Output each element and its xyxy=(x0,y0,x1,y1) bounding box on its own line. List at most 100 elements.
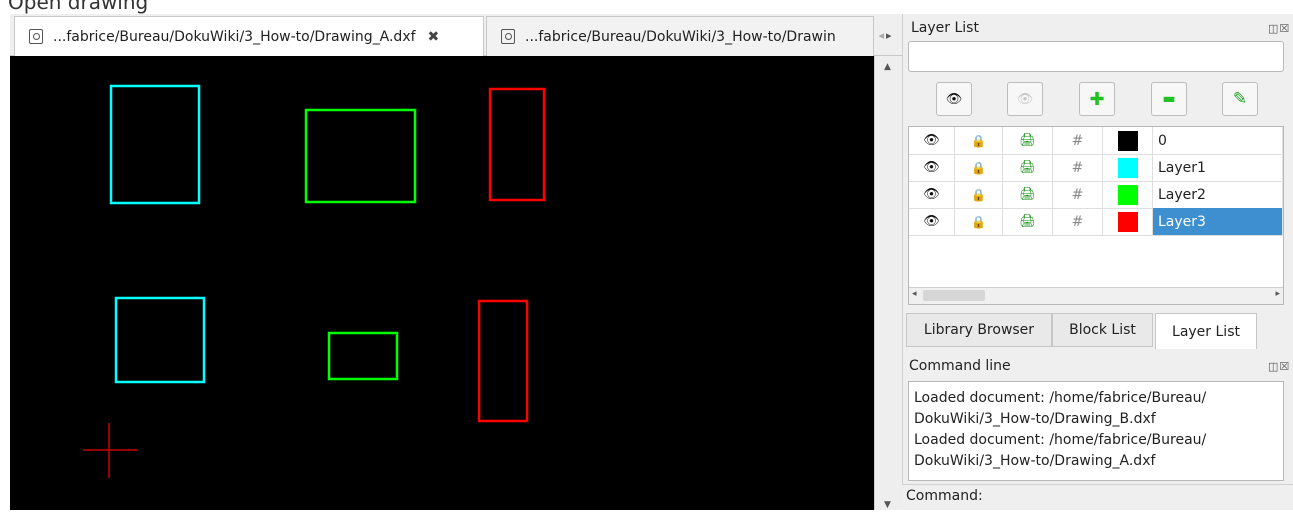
layer-lock-toggle[interactable]: 🔒 xyxy=(955,154,1003,181)
layer-visibility-toggle[interactable]: 👁 xyxy=(909,208,955,235)
drawing-svg xyxy=(83,84,546,478)
layer-table[interactable]: 👁 🔒 🖨 #0 👁 🔒 🖨 # Layer1 👁 🔒 🖨 # Layer2 👁 🔒 🖨 # Layer3 xyxy=(908,126,1284,305)
drawing-canvas[interactable] xyxy=(10,56,874,510)
lock-icon: 🔒 xyxy=(971,133,986,148)
layer-table-horizontal-scrollbar[interactable]: ◂ ▸ xyxy=(909,287,1283,304)
layer-visibility-toggle[interactable]: 👁 xyxy=(909,181,955,208)
document-icon xyxy=(29,29,43,44)
tab-layer-list[interactable]: Layer List xyxy=(1155,313,1257,349)
output-line: DokuWiki/3_How-to/Drawing_B.dxf xyxy=(914,411,1156,427)
scrollbar-thumb[interactable] xyxy=(923,290,985,301)
eye-icon: 👁 xyxy=(923,187,940,202)
layer-row[interactable]: 👁 🔒 🖨 #0 xyxy=(909,127,1283,155)
layer-construction-toggle[interactable]: # xyxy=(1053,127,1103,154)
layer-filter-input[interactable] xyxy=(908,41,1284,72)
layer-name[interactable]: Layer1 xyxy=(1153,154,1283,181)
layer-construction-toggle[interactable]: # xyxy=(1053,154,1103,181)
layer-print-toggle[interactable]: 🖨 xyxy=(1003,127,1053,154)
layer2-rectangle-top xyxy=(304,108,417,204)
layer-color-swatch xyxy=(1117,211,1138,232)
layer-color-swatch xyxy=(1117,184,1138,205)
tab-label: Layer List xyxy=(1172,323,1240,340)
tab-label: Library Browser xyxy=(923,322,1035,338)
tab-scroll-buttons[interactable]: ◂ ▸ xyxy=(874,18,896,52)
layer-list-title: Layer List xyxy=(911,20,979,36)
command-line-title: Command line xyxy=(909,358,1011,374)
close-tab-icon[interactable]: ✖ xyxy=(428,29,440,45)
layer-lock-toggle[interactable]: 🔒 xyxy=(955,181,1003,208)
layer-row[interactable]: 👁 🔒 🖨 # Layer3 xyxy=(909,208,1283,236)
canvas-vertical-scrollbar[interactable]: ▲ ▼ xyxy=(874,56,902,510)
crosshair-cursor-icon xyxy=(83,423,137,478)
layer-list-dock-buttons[interactable]: ◫☒ xyxy=(1268,22,1290,35)
eye-hidden-icon: 👁 xyxy=(1016,91,1034,107)
printer-icon: 🖨 xyxy=(1019,133,1036,148)
add-layer-button[interactable]: ✚ xyxy=(1079,82,1115,116)
layer-print-toggle[interactable]: 🖨 xyxy=(1003,208,1053,235)
grid-icon: # xyxy=(1071,186,1084,203)
layer-color-cell[interactable] xyxy=(1103,208,1153,235)
tab-library-browser[interactable]: Library Browser xyxy=(906,313,1052,347)
layer-visibility-toggle[interactable]: 👁 xyxy=(909,154,955,181)
lock-icon: 🔒 xyxy=(971,214,986,229)
grid-icon: # xyxy=(1071,213,1084,230)
minus-icon: ▬ xyxy=(1162,91,1176,107)
layer-color-cell[interactable] xyxy=(1103,154,1153,181)
output-line: DokuWiki/3_How-to/Drawing_A.dxf xyxy=(914,453,1156,469)
layer-color-swatch xyxy=(1117,157,1138,178)
layer-color-swatch xyxy=(1117,130,1138,151)
eye-icon: 👁 xyxy=(923,133,940,148)
tab-label: Block List xyxy=(1069,322,1136,338)
scroll-down-icon[interactable]: ▼ xyxy=(884,500,891,510)
grid-icon: # xyxy=(1071,132,1084,149)
layer-print-toggle[interactable]: 🖨 xyxy=(1003,181,1053,208)
command-line-dock-buttons[interactable]: ◫☒ xyxy=(1268,360,1290,373)
remove-layer-button[interactable]: ▬ xyxy=(1151,82,1187,116)
layer-row[interactable]: 👁 🔒 🖨 # Layer1 xyxy=(909,154,1283,182)
layer-color-cell[interactable] xyxy=(1103,127,1153,154)
printer-icon: 🖨 xyxy=(1019,214,1036,229)
show-all-layers-button[interactable]: 👁 xyxy=(936,82,972,116)
layer-construction-toggle[interactable]: # xyxy=(1053,181,1103,208)
tab-label: ...fabrice/Bureau/DokuWiki/3_How-to/Draw… xyxy=(53,28,416,45)
printer-icon: 🖨 xyxy=(1019,160,1036,175)
plus-icon: ✚ xyxy=(1089,88,1105,110)
document-icon xyxy=(501,29,515,44)
layer-name[interactable]: Layer3 xyxy=(1153,208,1283,235)
layer-color-cell[interactable] xyxy=(1103,181,1153,208)
scroll-up-icon[interactable]: ▲ xyxy=(884,62,891,72)
lock-icon: 🔒 xyxy=(971,160,986,175)
scroll-left-icon[interactable]: ◂ xyxy=(912,289,917,299)
scroll-right-icon[interactable]: ▸ xyxy=(886,29,892,42)
edit-layer-button[interactable]: ✎ xyxy=(1222,82,1258,116)
layer-lock-toggle[interactable]: 🔒 xyxy=(955,208,1003,235)
layer1-rectangle-top xyxy=(109,84,201,205)
hide-all-layers-button[interactable]: 👁 xyxy=(1007,82,1043,116)
layer-construction-toggle[interactable]: # xyxy=(1053,208,1103,235)
tab-label: ...fabrice/Bureau/DokuWiki/3_How-to/Draw… xyxy=(525,28,836,45)
layer-name[interactable]: Layer2 xyxy=(1153,181,1283,208)
printer-icon: 🖨 xyxy=(1019,187,1036,202)
layer2-rectangle-bottom xyxy=(327,331,399,381)
command-output: Loaded document: /home/fabrice/Bureau/ D… xyxy=(908,381,1284,481)
eye-icon: 👁 xyxy=(923,214,940,229)
scroll-right-icon[interactable]: ▸ xyxy=(1275,289,1280,299)
scroll-left-icon[interactable]: ◂ xyxy=(878,29,884,42)
layer-print-toggle[interactable]: 🖨 xyxy=(1003,154,1053,181)
grid-icon: # xyxy=(1071,159,1084,176)
layer1-rectangle-bottom xyxy=(114,296,206,384)
output-line: Loaded document: /home/fabrice/Bureau/ xyxy=(914,432,1207,448)
eye-icon: 👁 xyxy=(923,160,940,175)
layer-row[interactable]: 👁 🔒 🖨 # Layer2 xyxy=(909,181,1283,209)
tab-block-list[interactable]: Block List xyxy=(1052,313,1153,347)
tab-drawing-a[interactable]: ...fabrice/Bureau/DokuWiki/3_How-to/Draw… xyxy=(14,16,484,56)
layer-visibility-toggle[interactable]: 👁 xyxy=(909,127,955,154)
eye-icon: 👁 xyxy=(945,91,963,107)
page-heading: Open drawing xyxy=(8,0,149,14)
pencil-icon: ✎ xyxy=(1232,89,1248,109)
tab-drawing-b[interactable]: ...fabrice/Bureau/DokuWiki/3_How-to/Draw… xyxy=(486,16,874,56)
command-prompt-label: Command: xyxy=(906,488,983,504)
lock-icon: 🔒 xyxy=(971,187,986,202)
layer-name[interactable]: 0 xyxy=(1153,127,1283,154)
layer-lock-toggle[interactable]: 🔒 xyxy=(955,127,1003,154)
